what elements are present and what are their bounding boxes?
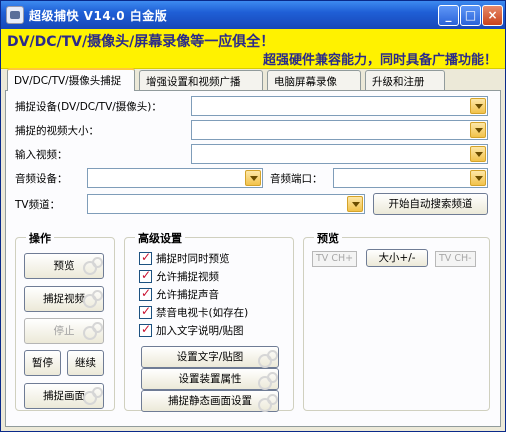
continue-button[interactable]: 继续 [67, 350, 104, 376]
check-mark-icon: ✓ [141, 250, 152, 264]
input-video-select[interactable] [191, 144, 488, 164]
dropdown-arrow-icon[interactable] [245, 170, 261, 186]
stop-button-label: 停止 [53, 325, 75, 337]
capture-frame-label: 捕捉画面 [43, 390, 85, 402]
tab-capture[interactable]: DV/DC/TV/摄像头捕捉 [7, 68, 135, 91]
stop-button[interactable]: 停止 [24, 318, 104, 344]
dropdown-arrow-icon[interactable] [470, 170, 486, 186]
checkbox-box[interactable]: ✓ [139, 250, 152, 265]
checkbox-box[interactable]: ✓ [139, 286, 152, 301]
device-properties-label: 设置装置属性 [178, 373, 242, 385]
audio-port-label: 音频端口： [270, 173, 323, 185]
operation-group-title: 操作 [26, 230, 54, 246]
still-capture-settings-label: 捕捉静态画面设置 [168, 395, 252, 407]
device-properties-button[interactable]: 设置装置属性 [141, 368, 279, 390]
check-mark-icon: ✓ [141, 304, 152, 318]
operation-group: 操作 预览 捕捉视频 停止 暂停 继续 捕捉画面 [15, 230, 115, 411]
audio-device-label: 音频设备： [15, 173, 68, 185]
video-size-select[interactable] [191, 120, 488, 140]
checkbox-label: 允许捕捉视频 [156, 271, 219, 283]
checkbox-label: 加入文字说明/贴图 [156, 325, 244, 337]
title-bar[interactable]: 超级捕快 V14.0 白金版 _ □ × [1, 1, 505, 29]
promo-banner: DV/DC/TV/摄像头/屏幕录像等一应俱全！ 超强硬件兼容能力，同时具备广播功… [1, 29, 505, 69]
bubble-decoration-icon [83, 322, 103, 340]
advanced-settings-title: 高级设置 [135, 230, 185, 246]
dropdown-arrow-icon[interactable] [470, 122, 486, 138]
capture-device-label: 捕捉设备(DV/DC/TV/摄像头)： [15, 101, 162, 113]
checkbox-label: 允许捕捉声音 [156, 289, 219, 301]
set-text-overlay-label: 设置文字/贴图 [176, 351, 244, 363]
video-size-label: 捕捉的视频大小： [15, 125, 99, 137]
advanced-settings-group: 高级设置 ✓ 捕捉时同时预览 ✓ 允许捕捉视频 ✓ 允许捕捉声音 ✓ 禁音电视卡… [124, 230, 294, 412]
check-mark-icon: ✓ [141, 322, 152, 336]
main-window: 超级捕快 V14.0 白金版 _ □ × DV/DC/TV/摄像头/屏幕录像等一… [0, 0, 506, 432]
bubble-decoration-icon [83, 257, 103, 275]
pause-button[interactable]: 暂停 [24, 350, 61, 376]
bubble-decoration-icon [258, 350, 278, 368]
check-mark-icon: ✓ [141, 286, 152, 300]
dropdown-arrow-icon[interactable] [470, 98, 486, 114]
tv-channel-label: TV频道： [15, 199, 61, 211]
set-text-overlay-button[interactable]: 设置文字/贴图 [141, 346, 279, 368]
audio-device-select[interactable] [87, 168, 263, 188]
banner-subline: 超强硬件兼容能力，同时具备广播功能！ [262, 53, 497, 68]
checkbox-box[interactable]: ✓ [139, 304, 152, 319]
bubble-decoration-icon [258, 394, 278, 412]
checkbox-label: 禁音电视卡(如存在) [156, 307, 249, 319]
preview-button-label: 预览 [53, 260, 75, 272]
bubble-decoration-icon [83, 290, 103, 308]
banner-headline: DV/DC/TV/摄像头/屏幕录像等一应俱全！ [7, 34, 275, 50]
tab-upgrade-register[interactable]: 升级和注册 [365, 70, 445, 90]
still-capture-settings-button[interactable]: 捕捉静态画面设置 [141, 390, 279, 412]
audio-port-select[interactable] [333, 168, 488, 188]
close-button[interactable]: × [482, 5, 503, 26]
dropdown-arrow-icon[interactable] [470, 146, 486, 162]
minimize-button[interactable]: _ [438, 5, 459, 26]
tab-enhanced-broadcast[interactable]: 增强设置和视频广播 [139, 70, 263, 90]
capture-video-label: 捕捉视频 [43, 293, 85, 305]
checkbox-box[interactable]: ✓ [139, 322, 152, 337]
check-mark-icon: ✓ [141, 268, 152, 282]
input-video-label: 输入视频： [15, 149, 68, 161]
checkbox-box[interactable]: ✓ [139, 268, 152, 283]
tv-channel-up-button[interactable]: TV CH+ [312, 251, 358, 267]
preview-group: 预览 TV CH+ 大小+/- TV CH- [303, 230, 490, 411]
tv-channel-select[interactable] [87, 194, 365, 214]
checkbox-label: 捕捉时同时预览 [156, 253, 230, 265]
bubble-decoration-icon [258, 372, 278, 390]
capture-frame-button[interactable]: 捕捉画面 [24, 383, 104, 409]
bubble-decoration-icon [83, 387, 103, 405]
preview-button[interactable]: 预览 [24, 253, 104, 279]
maximize-button[interactable]: □ [460, 5, 481, 26]
capture-video-button[interactable]: 捕捉视频 [24, 286, 104, 312]
tv-channel-down-button[interactable]: TV CH- [435, 251, 476, 267]
dropdown-arrow-icon[interactable] [347, 196, 363, 212]
app-camera-icon [6, 6, 24, 24]
preview-size-button[interactable]: 大小+/- [366, 249, 428, 267]
tab-strip: DV/DC/TV/摄像头捕捉 增强设置和视频广播 电脑屏幕录像 升级和注册 [5, 68, 501, 91]
auto-search-channel-button[interactable]: 开始自动搜索频道 [373, 193, 488, 215]
capture-device-select[interactable] [191, 96, 488, 116]
tab-screen-record[interactable]: 电脑屏幕录像 [267, 70, 361, 90]
window-title: 超级捕快 V14.0 白金版 [29, 9, 168, 23]
capture-panel: 捕捉设备(DV/DC/TV/摄像头)： 捕捉的视频大小： 输入视频： 音频设备：… [5, 90, 501, 427]
preview-group-title: 预览 [314, 230, 342, 246]
